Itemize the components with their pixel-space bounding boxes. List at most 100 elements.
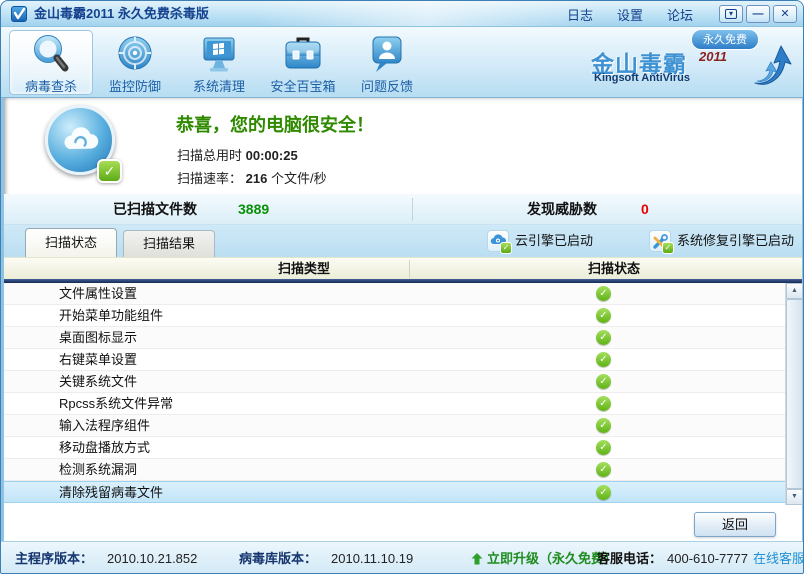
scanned-files-value: 3889 [238,201,270,217]
titlebar-menu: 日志 设置 论坛 [567,1,693,27]
toolbox-icon [285,37,321,69]
tab-scan-status[interactable]: 扫描状态 [25,228,117,257]
table-row[interactable]: 关键系统文件 ✓ [4,371,785,393]
brand-arrow-icon [754,45,792,85]
engine-check-icon: ✓ [662,242,674,254]
column-header-scan-status: 扫描状态 [587,261,640,276]
scrollbar-thumb[interactable] [786,299,803,489]
toolbar-item-label: 安全百宝箱 [270,79,336,94]
scrollbar-up-button[interactable]: ▲ [786,283,803,299]
toolbar-item-label: 问题反馈 [360,79,413,94]
tab-strip: 扫描状态 扫描结果 ✓ 云引擎已启动 ✓ 系统修复引擎已启动 [4,225,802,257]
table-row[interactable]: 右键菜单设置 ✓ [4,349,785,371]
table-row[interactable]: 文件属性设置 ✓ [4,283,785,305]
radar-icon [118,36,152,70]
row-label: Rpcss系统文件异常 [59,396,174,411]
app-logo-icon [11,6,27,22]
check-icon: ✓ [596,462,611,477]
scan-type-table: 文件属性设置 ✓ 开始菜单功能组件 ✓ 桌面图标显示 ✓ 右键菜单设置 ✓ 关键… [4,283,803,505]
main-toolbar: 病毒查杀 监控防御 系统清理 安全百宝箱 问题反馈 永久免费 金山毒霸 2011… [1,27,803,98]
system-clean-icon [203,37,235,72]
table-row[interactable]: 检测系统漏洞 ✓ [4,459,785,481]
table-row[interactable]: 输入法程序组件 ✓ [4,415,785,437]
check-badge-icon: ✓ [97,159,122,183]
close-button[interactable]: ✕ [773,5,797,23]
table-row-selected[interactable]: 清除残留病毒文件 ✓ [4,481,785,503]
online-service-link[interactable]: 在线客服 [753,542,803,573]
window-controls: ▾ — ✕ [719,5,797,23]
tab-scan-result[interactable]: 扫描结果 [123,230,215,257]
row-label: 检测系统漏洞 [59,462,138,477]
scan-rate-label: 扫描速率： [177,171,243,186]
brand-year: 2011 [699,49,727,64]
table-row[interactable]: 桌面图标显示 ✓ [4,327,785,349]
scrollbar-down-button[interactable]: ▼ [786,489,803,505]
header-divider [409,260,410,278]
scan-result-panel: ✓ 恭喜，您的电脑很安全！ 扫描总用时 00:00:25 扫描速率： 216 个… [4,98,802,194]
brand-subtitle: Kingsoft AntiVirus [594,72,690,84]
menu-item-log[interactable]: 日志 [567,5,593,24]
scan-rate-line: 扫描速率： 216 个文件/秒 [177,168,327,187]
cloud-safe-icon: ✓ [45,105,122,183]
title-bar: 金山毒霸2011 永久免费杀毒版 日志 设置 论坛 ▾ — ✕ [1,1,803,27]
service-phone-number: 400-610-7777 [667,551,748,566]
menu-item-forum[interactable]: 论坛 [667,5,693,24]
row-label: 移动盘播放方式 [59,440,151,455]
kingsoft-antivirus-window: 金山毒霸2011 永久免费杀毒版 日志 设置 论坛 ▾ — ✕ 病毒查杀 监控防… [0,0,804,574]
upgrade-link[interactable]: 立即升级（永久免费） [471,542,617,573]
check-icon: ✓ [596,374,611,389]
scan-headline: 恭喜，您的电脑很安全！ [176,115,374,135]
brand-area: 永久免费 金山毒霸 2011 Kingsoft AntiVirus [581,28,799,96]
threats-found-label: 发现威胁数 [527,201,597,217]
tab-virus-scan[interactable]: 病毒查杀 [9,30,93,95]
repair-engine-status: ✓ 系统修复引擎已启动 [649,230,799,254]
check-icon: ✓ [596,286,611,301]
vertical-scrollbar[interactable]: ▲ ▼ [785,283,803,505]
skin-menu-button[interactable]: ▾ [719,5,743,23]
service-phone-label: 客服电话： [597,551,663,566]
check-icon: ✓ [596,485,611,500]
row-label: 文件属性设置 [59,286,138,301]
scan-time-line: 扫描总用时 00:00:25 [177,145,298,164]
toolbar-item-label: 监控防御 [108,79,161,94]
toolbar-item-label: 病毒查杀 [24,79,77,94]
magnifier-icon [34,35,69,72]
bottom-button-bar: 返回 [4,505,802,541]
row-label: 开始菜单功能组件 [59,308,164,323]
check-icon: ✓ [596,440,611,455]
row-label: 右键菜单设置 [59,352,138,367]
scan-rate-unit: 个文件/秒 [270,171,327,186]
close-icon: ✕ [780,8,790,20]
upgrade-arrow-icon [471,553,483,565]
skin-menu-icon: ▾ [725,9,737,20]
scan-rate-value: 216 [245,171,268,186]
db-version-value: 2010.11.10.19 [331,551,414,566]
window-title: 金山毒霸2011 永久免费杀毒版 [34,6,209,21]
table-row[interactable]: 开始菜单功能组件 ✓ [4,305,785,327]
db-version-label: 病毒库版本： [239,551,318,566]
menu-item-settings[interactable]: 设置 [617,5,643,24]
minimize-button[interactable]: — [746,5,770,23]
tab-monitor-defense[interactable]: 监控防御 [93,30,177,95]
row-label: 桌面图标显示 [59,330,138,345]
tab-security-toolbox[interactable]: 安全百宝箱 [261,30,345,95]
cloud-engine-label: 云引擎已启动 [515,233,594,248]
cloud-engine-status: ✓ 云引擎已启动 [487,230,617,254]
minimize-icon: — [752,8,764,20]
check-icon: ✓ [596,352,611,367]
engine-check-icon: ✓ [500,242,512,254]
repair-engine-label: 系统修复引擎已启动 [677,233,795,248]
scan-time-value: 00:00:25 [245,148,298,163]
table-row[interactable]: 移动盘播放方式 ✓ [4,437,785,459]
table-row[interactable]: Rpcss系统文件异常 ✓ [4,393,785,415]
stats-bar: 已扫描文件数 3889 发现威胁数 0 [4,194,802,225]
status-bar: 主程序版本： 2010.10.21.852 病毒库版本： 2010.11.10.… [1,541,803,573]
tab-feedback[interactable]: 问题反馈 [345,30,429,95]
tab-system-clean[interactable]: 系统清理 [177,30,261,95]
check-icon: ✓ [596,418,611,433]
back-button[interactable]: 返回 [694,512,776,537]
toolbar-item-label: 系统清理 [192,79,245,94]
check-icon: ✓ [596,330,611,345]
app-version-label: 主程序版本： [15,551,94,566]
feedback-icon [372,36,402,72]
